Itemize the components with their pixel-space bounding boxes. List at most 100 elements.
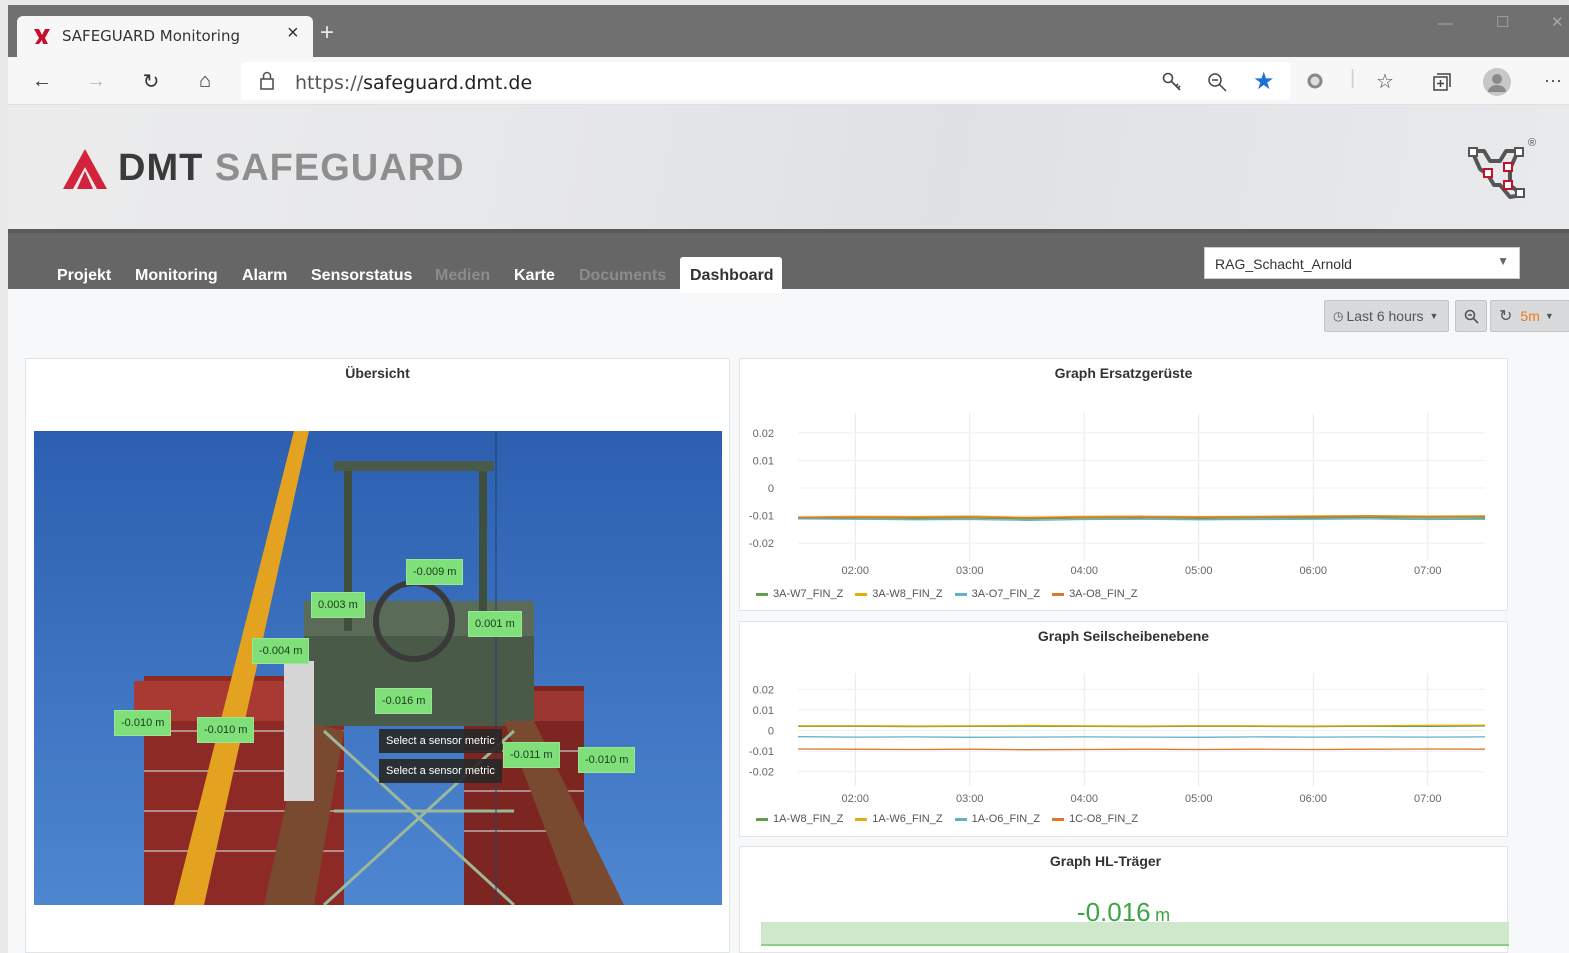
legend-item[interactable]: 1C-O8_FIN_Z: [1052, 813, 1138, 825]
tab-bar: SAFEGUARD Monitoring × + — ☐ ✕: [8, 5, 1569, 57]
y-tick-label: 0.02: [753, 684, 774, 696]
refresh-interval-picker[interactable]: ↻ 5m ▼: [1490, 300, 1569, 332]
sensor-metric-label[interactable]: 0.003 m: [311, 592, 365, 618]
sensor-metric-label[interactable]: -0.010 m: [578, 747, 636, 773]
registered-mark: ®: [1528, 137, 1537, 149]
project-select[interactable]: RAG_Schacht_Arnold ▼: [1204, 247, 1520, 279]
zoom-out-time-button[interactable]: [1455, 300, 1487, 332]
sensor-metric-label[interactable]: -0.011 m: [503, 742, 560, 768]
legend-item[interactable]: 1A-O6_FIN_Z: [954, 813, 1040, 825]
safeguard-favicon-icon: [34, 29, 50, 44]
x-tick-label: 02:00: [841, 793, 869, 805]
x-tick-label: 02:00: [841, 565, 869, 577]
sensor-metric-label[interactable]: 0.001 m: [468, 611, 522, 637]
dmt-logo-icon: [63, 149, 107, 189]
sensor-metric-label[interactable]: -0.009 m: [406, 559, 464, 585]
nav-medien: Medien: [435, 267, 491, 284]
sensor-metric-label[interactable]: -0.010 m: [114, 710, 172, 736]
series-line-3: [797, 518, 1486, 521]
dmt-safeguard-logo: DMT SAFEGUARD: [118, 147, 465, 189]
browser-tab[interactable]: SAFEGUARD Monitoring ×: [17, 16, 313, 57]
favorites-icon[interactable]: ☆: [1376, 69, 1394, 94]
hl-traeger-sparkline: [761, 922, 1509, 946]
browser-menu-icon[interactable]: ···: [1544, 70, 1562, 91]
sensor-metric-label[interactable]: -0.004 m: [252, 638, 310, 664]
graph-seilscheibenebene-panel: Graph Seilscheibenebene 02:00 03:00 04:00 0…: [739, 621, 1508, 837]
url-text: https://safeguard.dmt.de: [295, 72, 533, 94]
legend-item[interactable]: 1A-W6_FIN_Z: [855, 813, 943, 825]
collections-icon[interactable]: [1432, 72, 1452, 92]
caret-down-icon: ▼: [1544, 311, 1554, 321]
refresh-interval-label: 5m: [1520, 308, 1540, 324]
legend-item[interactable]: 3A-W7_FIN_Z: [756, 588, 843, 600]
overview-panel: Übersicht -0.009 m 0.003 m 0.001 m -0.00…: [25, 358, 730, 953]
legend-item[interactable]: 3A-O8_FIN_Z: [1052, 588, 1138, 600]
refresh-icon[interactable]: ↻: [137, 67, 165, 95]
sensor-metric-label[interactable]: -0.016 m: [375, 688, 433, 714]
graph-hl-traeger-panel: Graph HL-Träger -0.016 m: [739, 846, 1509, 953]
x-tick-label: 03:00: [956, 793, 984, 805]
nav-dashboard-label: Dashboard: [690, 267, 774, 284]
forward-icon[interactable]: →: [82, 67, 110, 95]
toolbar-divider: |: [1350, 67, 1356, 89]
home-icon[interactable]: ⌂: [191, 67, 219, 95]
y-tick-label: -0.01: [749, 746, 774, 758]
series-line-2: [797, 724, 1486, 727]
magnifier-icon: [1464, 309, 1479, 324]
series-line-4: [797, 748, 1486, 751]
zoom-out-icon[interactable]: [1206, 71, 1228, 93]
y-tick-label: 0.01: [753, 705, 774, 717]
x-tick-label: 05:00: [1185, 793, 1213, 805]
extension-icon[interactable]: [1306, 72, 1324, 90]
browser-toolbar: ← → ↻ ⌂ https://safeguard.dmt.de ★ | ☆ ·…: [8, 57, 1569, 105]
tab-title: SAFEGUARD Monitoring: [62, 27, 240, 45]
time-range-label: Last 6 hours: [1346, 308, 1424, 324]
nav-alarm[interactable]: Alarm: [242, 267, 287, 285]
clock-icon: ◷: [1333, 309, 1344, 323]
legend-item[interactable]: 1A-W8_FIN_Z: [756, 813, 843, 825]
y-tick-label: -0.02: [749, 767, 774, 779]
series-line-3: [797, 736, 1486, 738]
legend-item[interactable]: 3A-W8_FIN_Z: [855, 588, 943, 600]
y-tick-label: -0.02: [749, 538, 774, 550]
graph-seilscheibenebene-legend: 1A-W8_FIN_Z 1A-W6_FIN_Z 1A-O6_FIN_Z 1C-O…: [756, 813, 1138, 825]
headframe-photo: -0.009 m 0.003 m 0.001 m -0.004 m -0.016…: [34, 431, 722, 905]
maximize-icon[interactable]: ☐: [1496, 13, 1509, 31]
headframe-illustration: [34, 431, 722, 905]
nav-dashboard[interactable]: Dashboard: [680, 257, 782, 293]
y-tick-label: -0.01: [749, 511, 774, 523]
browser-window: SAFEGUARD Monitoring × + — ☐ ✕ ← → ↻ ⌂ h…: [8, 5, 1569, 953]
x-tick-label: 06:00: [1299, 793, 1327, 805]
overview-title: Übersicht: [345, 365, 410, 381]
x-tick-label: 04:00: [1070, 793, 1098, 805]
nav-sensorstatus[interactable]: Sensorstatus: [311, 267, 412, 285]
graph-ersatzgerueste-legend: 3A-W7_FIN_Z 3A-W8_FIN_Z 3A-O7_FIN_Z 3A-O…: [756, 588, 1138, 600]
address-bar[interactable]: https://safeguard.dmt.de ★: [241, 62, 1291, 100]
time-range-picker[interactable]: ◷ Last 6 hours ▼: [1324, 300, 1449, 332]
new-tab-button[interactable]: +: [320, 19, 334, 47]
x-tick-label: 07:00: [1414, 793, 1442, 805]
minimize-icon[interactable]: —: [1438, 15, 1453, 32]
y-tick-label: 0: [768, 483, 774, 495]
close-tab-icon[interactable]: ×: [287, 22, 299, 45]
sensor-tooltip: Select a sensor metric: [379, 729, 502, 753]
x-tick-label: 05:00: [1185, 565, 1213, 577]
chevron-down-icon: ▼: [1497, 254, 1509, 268]
y-tick-label: 0: [768, 726, 774, 738]
key-icon[interactable]: [1161, 71, 1183, 93]
graph-hl-traeger-title: Graph HL-Träger: [1049, 853, 1162, 869]
favorite-star-icon[interactable]: ★: [1253, 67, 1275, 96]
nav-documents: Documents: [579, 267, 667, 284]
nav-projekt[interactable]: Projekt: [57, 267, 111, 285]
x-tick-label: 07:00: [1414, 565, 1442, 577]
nav-karte[interactable]: Karte: [514, 267, 555, 285]
graph-ersatzgerueste-panel: Graph Ersatzgerüste 02:00 03:00 04:00 05:00…: [739, 358, 1508, 611]
sensor-tooltip: Select a sensor metric: [379, 759, 502, 783]
nav-monitoring[interactable]: Monitoring: [135, 267, 218, 285]
profile-avatar-icon[interactable]: [1483, 68, 1511, 96]
project-select-value: RAG_Schacht_Arnold: [1215, 256, 1352, 272]
back-icon[interactable]: ←: [28, 67, 56, 95]
sensor-metric-label[interactable]: -0.010 m: [197, 717, 255, 743]
close-window-icon[interactable]: ✕: [1551, 13, 1564, 31]
legend-item[interactable]: 3A-O7_FIN_Z: [954, 588, 1040, 600]
